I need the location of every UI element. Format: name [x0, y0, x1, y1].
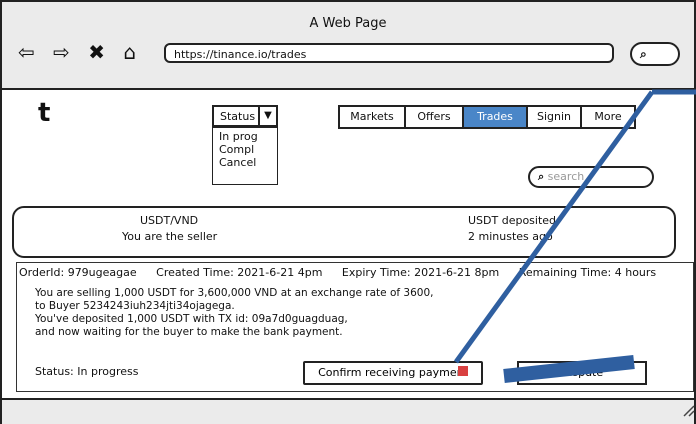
- resize-grip-icon[interactable]: [683, 405, 695, 417]
- annotation-overlay: [453, 89, 696, 417]
- annotation-marker: [458, 366, 468, 376]
- annotation-line: [453, 90, 655, 364]
- resize-grip-icon[interactable]: [688, 410, 695, 417]
- annotation-strike: [503, 355, 635, 383]
